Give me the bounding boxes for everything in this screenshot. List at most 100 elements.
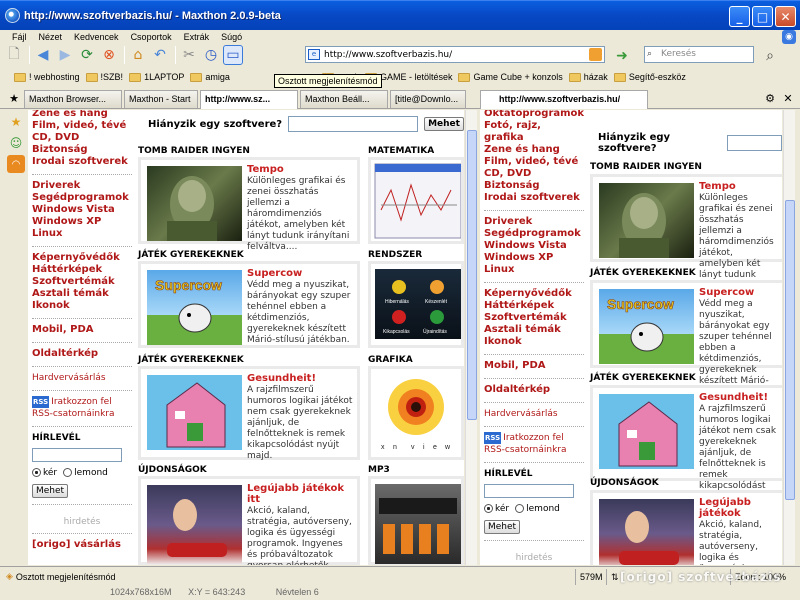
nav-link[interactable]: CD, DVD bbox=[484, 168, 584, 180]
split-view-icon[interactable]: ▭ bbox=[223, 45, 243, 65]
supercow-thumbnail[interactable]: Supercow bbox=[599, 289, 694, 364]
nav-link-mobile[interactable]: Mobil, PDA bbox=[484, 360, 584, 372]
undo-icon[interactable]: ↶ bbox=[150, 45, 170, 65]
newsletter-email-input[interactable] bbox=[32, 448, 122, 462]
right-scrollbar[interactable] bbox=[783, 110, 795, 565]
minimize-button[interactable]: _ bbox=[729, 6, 750, 27]
hardware-link[interactable]: Hardvervásárlás bbox=[484, 408, 584, 420]
left-scrollbar[interactable] bbox=[465, 110, 477, 565]
nav-link[interactable]: Oktatóprogramok bbox=[484, 110, 584, 120]
nav-link[interactable]: Windows XP bbox=[484, 252, 584, 264]
card-title[interactable]: Legújabb játékok itt bbox=[247, 483, 354, 505]
menu-groups[interactable]: Csoportok bbox=[125, 32, 178, 42]
nav-link[interactable]: Zene és hang bbox=[484, 144, 584, 156]
system-thumbnail[interactable]: Hibernálás Készenlét Kikapcsolás Újraindít… bbox=[368, 261, 464, 348]
tab-maxthon-start[interactable]: Maxthon - Start bbox=[124, 90, 198, 108]
card-gesundheit[interactable]: Gesundheit! A rajzfilmszerű humoros logik… bbox=[590, 385, 782, 502]
card-supercow[interactable]: Supercow Supercow Védd meg a nyuszikat, b… bbox=[138, 261, 360, 348]
tab-close-icon[interactable]: ✕ bbox=[778, 88, 798, 108]
nav-link[interactable]: Driverek bbox=[32, 180, 132, 192]
stop-icon[interactable]: ⊗ bbox=[99, 45, 119, 65]
nav-link[interactable]: CD, DVD bbox=[32, 132, 132, 144]
search-go-icon[interactable]: ⌕ bbox=[760, 46, 780, 66]
nav-link[interactable]: Linux bbox=[484, 264, 584, 276]
card-title[interactable]: Gesundheit! bbox=[699, 392, 779, 403]
radio-subscribe[interactable]: kér bbox=[32, 468, 57, 478]
fav-laptop[interactable]: 1LAPTOP bbox=[129, 72, 184, 82]
menu-help[interactable]: Súgó bbox=[215, 32, 248, 42]
nav-link[interactable]: Háttérképek bbox=[484, 300, 584, 312]
newsletter-email-input[interactable] bbox=[484, 484, 574, 498]
rss-icon[interactable]: ◠ bbox=[7, 155, 25, 173]
favorites-star-icon[interactable]: ★ bbox=[7, 113, 25, 131]
nav-link[interactable]: Ikonok bbox=[484, 336, 584, 348]
tools-icon[interactable]: ✂ bbox=[179, 45, 199, 65]
tab-settings-icon[interactable]: ⚙ bbox=[760, 88, 780, 108]
nav-link[interactable]: Ikonok bbox=[32, 300, 132, 312]
refresh-icon[interactable]: ⟳ bbox=[77, 45, 97, 65]
back-icon[interactable]: ◀ bbox=[33, 45, 53, 65]
fav-webhosting[interactable]: ! webhosting bbox=[14, 72, 80, 82]
nav-link[interactable]: Biztonság bbox=[32, 144, 132, 156]
card-title[interactable]: Legújabb játékok bbox=[699, 497, 779, 519]
nav-link[interactable]: Film, videó, tévé bbox=[32, 120, 132, 132]
menu-extras[interactable]: Extrák bbox=[178, 32, 216, 42]
maximize-button[interactable]: □ bbox=[752, 6, 773, 27]
nav-link[interactable]: Linux bbox=[32, 228, 132, 240]
mp3-thumbnail[interactable] bbox=[368, 476, 464, 565]
nav-link[interactable]: Windows Vista bbox=[32, 204, 132, 216]
tab-szoftverbazis-left[interactable]: http://www.sz... bbox=[200, 90, 298, 109]
card-supercow[interactable]: Supercow Supercow Védd meg a nyuszikat, b… bbox=[590, 280, 782, 397]
card-title[interactable]: Tempo bbox=[699, 181, 779, 192]
nav-link[interactable]: Irodai szoftverek bbox=[484, 192, 584, 204]
menu-file[interactable]: Fájl bbox=[6, 32, 33, 42]
nav-link[interactable]: Film, videó, tévé bbox=[484, 156, 584, 168]
nav-link-sitemap[interactable]: Oldaltérkép bbox=[484, 384, 584, 396]
rss-link[interactable]: RSS Iratkozzon fel RSS-csatornáinkra bbox=[484, 432, 584, 456]
search-input[interactable]: ⌕ Keresés bbox=[644, 46, 754, 63]
menu-view[interactable]: Nézet bbox=[33, 32, 69, 42]
nav-link-sitemap[interactable]: Oldaltérkép bbox=[32, 348, 132, 360]
close-button[interactable]: ✕ bbox=[775, 6, 796, 27]
nav-link[interactable]: Képernyővédők bbox=[32, 252, 132, 264]
forward-icon[interactable]: ▶ bbox=[55, 45, 75, 65]
fav-segito[interactable]: Segítő-eszköz bbox=[613, 72, 686, 82]
user-icon[interactable]: ☺ bbox=[7, 134, 25, 152]
fav-amiga[interactable]: amiga bbox=[190, 72, 230, 82]
fav-gamecube[interactable]: Game Cube + konzols bbox=[458, 72, 563, 82]
rss-go-icon[interactable] bbox=[589, 48, 602, 61]
nav-link[interactable]: Windows Vista bbox=[484, 240, 584, 252]
rss-link[interactable]: RSS Iratkozzon fel RSS-csatornáinkra bbox=[32, 396, 132, 420]
missing-software-input[interactable] bbox=[726, 135, 782, 151]
radio-subscribe[interactable]: kér bbox=[484, 504, 509, 514]
card-title[interactable]: Supercow bbox=[699, 287, 779, 298]
missing-software-button[interactable]: Mehet bbox=[424, 117, 464, 131]
nav-link[interactable]: Segédprogramok bbox=[32, 192, 132, 204]
nav-link[interactable]: Háttérképek bbox=[32, 264, 132, 276]
graphics-thumbnail[interactable]: x n v i ew bbox=[368, 366, 464, 460]
nav-link[interactable]: Windows XP bbox=[32, 216, 132, 228]
clock-icon[interactable]: ◷ bbox=[201, 45, 221, 65]
nav-link[interactable]: Zene és hang bbox=[32, 110, 132, 120]
gesundheit-thumbnail[interactable] bbox=[599, 394, 694, 469]
tab-maxthon-settings[interactable]: Maxthon Beáll... bbox=[300, 90, 388, 108]
radio-unsubscribe[interactable]: lemond bbox=[63, 468, 108, 478]
math-thumbnail[interactable] bbox=[368, 157, 464, 244]
card-tempo[interactable]: Tempo Különleges grafikai és zenei összha… bbox=[138, 157, 360, 252]
fav-szb[interactable]: !SZB! bbox=[85, 72, 123, 82]
nav-link[interactable]: Szoftvertémák bbox=[32, 276, 132, 288]
tab-szoftverbazis-right[interactable]: http://www.szoftverbazis.hu/ bbox=[480, 90, 648, 109]
nav-link[interactable]: Biztonság bbox=[484, 180, 584, 192]
newsletter-submit-button[interactable]: Mehet bbox=[484, 520, 521, 534]
card-title[interactable]: Gesundheit! bbox=[247, 373, 354, 384]
radio-unsubscribe[interactable]: lemond bbox=[515, 504, 560, 514]
fav-hazak[interactable]: házak bbox=[568, 72, 608, 82]
missing-software-input[interactable] bbox=[288, 116, 419, 132]
new-tab-icon[interactable]: 🗋 bbox=[4, 45, 24, 65]
go-icon[interactable]: ➜ bbox=[612, 46, 632, 66]
tempo-thumbnail[interactable] bbox=[599, 183, 694, 258]
tab-maxthon-browser[interactable]: Maxthon Browser... bbox=[24, 90, 122, 108]
card-new-games[interactable]: Legújabb játékok itt Akció, kaland, strat… bbox=[138, 476, 360, 565]
nav-link[interactable]: Irodai szoftverek bbox=[32, 156, 132, 168]
nav-link[interactable]: Képernyővédők bbox=[484, 288, 584, 300]
